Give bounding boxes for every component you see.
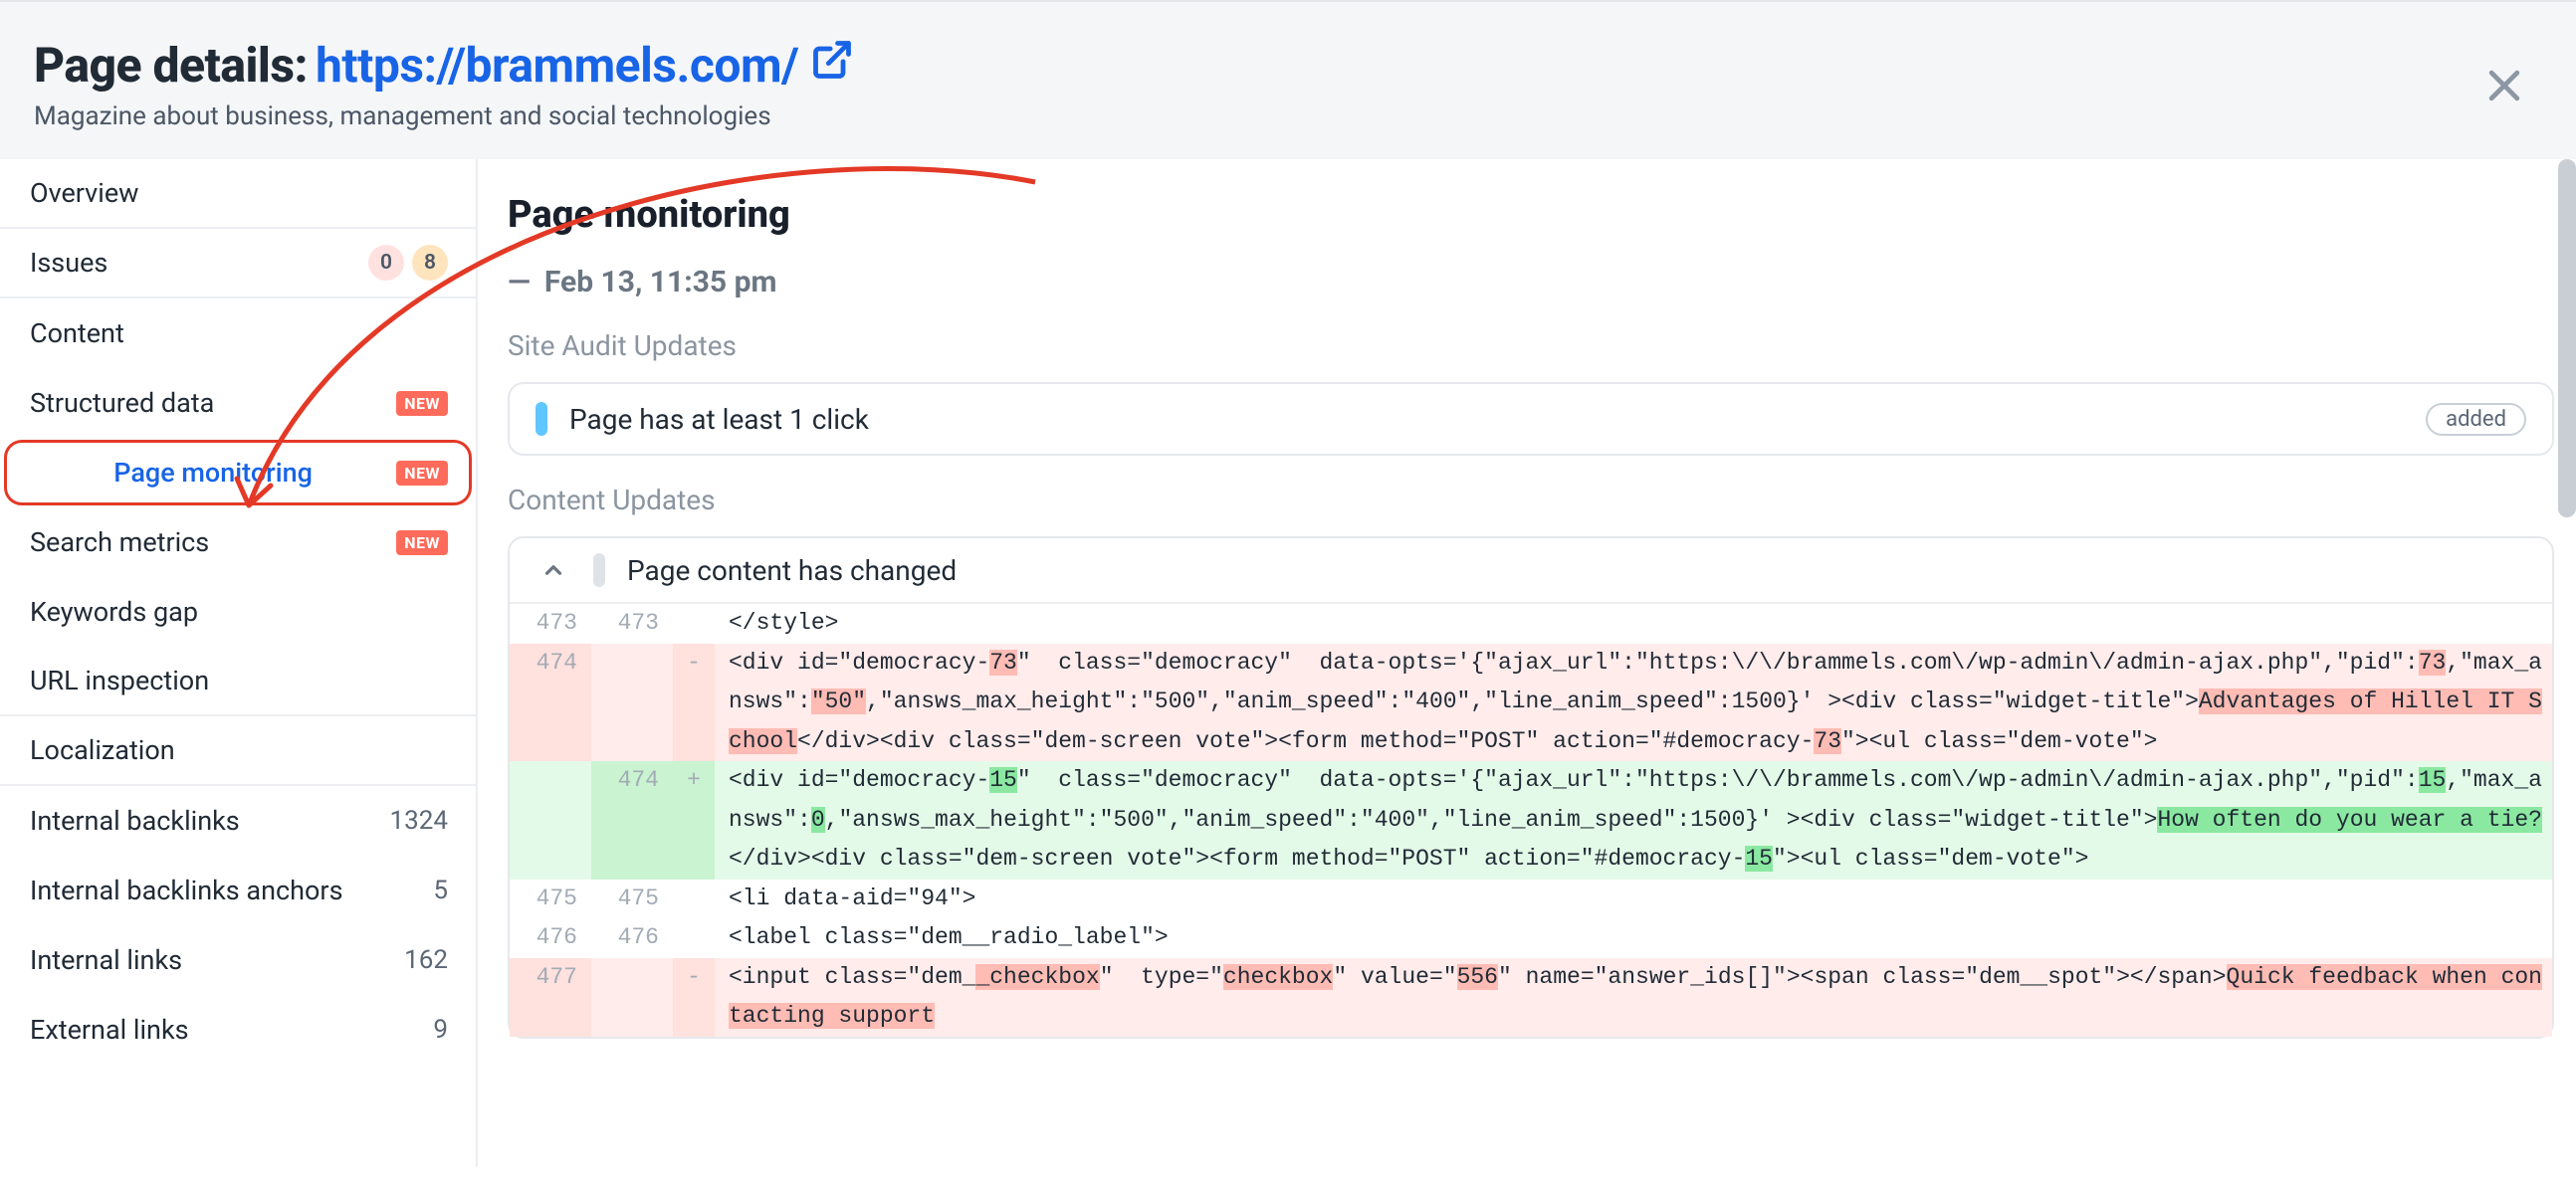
diff-line-new — [591, 644, 673, 762]
sidebar-item-content[interactable]: Content — [0, 298, 476, 368]
sidebar-label: Page monitoring — [113, 457, 313, 489]
diff-code: <li data-aid="94"> — [715, 880, 2552, 919]
diff-row-added: 474 + <div id="democracy-15" class="demo… — [510, 761, 2552, 880]
diff-row: 473 473 </style> — [510, 604, 2552, 644]
page-url-link[interactable]: https://brammels.com/ — [316, 37, 854, 94]
content-update-title: Page content has changed — [627, 554, 957, 587]
new-badge: NEW — [396, 530, 448, 555]
sidebar-item-overview[interactable]: Overview — [0, 159, 476, 229]
external-link-icon — [810, 37, 854, 94]
sidebar-label: Content — [30, 317, 124, 349]
page-url-text: https://brammels.com/ — [316, 37, 798, 94]
sidebar-label: Localization — [30, 734, 175, 766]
sidebar-item-internal-backlinks-anchors[interactable]: Internal backlinks anchors 5 — [0, 856, 476, 925]
sidebar-item-external-links[interactable]: External links 9 — [0, 995, 476, 1065]
sidebar-item-keywords-gap[interactable]: Keywords gap — [0, 577, 476, 647]
diff-sign: - — [673, 958, 715, 1037]
sidebar-label: Internal links — [30, 944, 182, 976]
diff-line-old: 473 — [510, 604, 591, 644]
diff-viewer: 473 473 </style> 474 - <div id="democrac… — [510, 602, 2552, 1037]
sidebar-item-structured-data[interactable]: Structured data NEW — [0, 368, 476, 438]
main-content: Page monitoring Feb 13, 11:35 pm Site Au… — [478, 159, 2576, 1167]
sidebar-label: Internal backlinks — [30, 805, 240, 837]
sidebar-label: Overview — [30, 177, 138, 209]
page-subtitle: Magazine about business, management and … — [34, 101, 2542, 131]
sidebar-item-internal-links[interactable]: Internal links 162 — [0, 925, 476, 995]
diff-code: </style> — [715, 604, 2552, 644]
sidebar-item-issues[interactable]: Issues 0 8 — [0, 229, 476, 298]
sidebar-item-search-metrics[interactable]: Search metrics NEW — [0, 507, 476, 577]
section-label-site-audit: Site Audit Updates — [508, 329, 2554, 362]
diff-line-new: 476 — [591, 918, 673, 958]
sidebar-item-page-monitoring[interactable]: Page monitoring NEW — [0, 442, 476, 503]
diff-code: <div id="democracy-73" class="democracy"… — [715, 644, 2552, 762]
main-title: Page monitoring — [508, 193, 2554, 237]
content-update-card: Page content has changed 473 473 </style… — [508, 536, 2554, 1039]
sidebar-label: External links — [30, 1014, 189, 1046]
sidebar-label: Keywords gap — [30, 596, 198, 628]
diff-line-new: 475 — [591, 880, 673, 919]
sidebar-label: URL inspection — [30, 665, 209, 696]
page-header: Page details: https://brammels.com/ Maga… — [0, 0, 2576, 159]
diff-row-removed: 477 - <input class="dem__checkbox" type=… — [510, 958, 2552, 1037]
diff-code: <label class="dem__radio_label"> — [715, 918, 2552, 958]
audit-item-title: Page has at least 1 click — [569, 403, 869, 436]
audit-update-card: Page has at least 1 click added — [508, 382, 2554, 456]
added-badge: added — [2426, 403, 2526, 436]
sidebar-label: Issues — [30, 247, 107, 279]
sidebar-count: 5 — [433, 876, 448, 905]
diff-line-old: 477 — [510, 958, 591, 1037]
diff-sign: + — [673, 761, 715, 880]
severity-chip-icon — [593, 553, 605, 587]
issues-count-error: 0 — [368, 245, 404, 281]
diff-row: 475 475 <li data-aid="94"> — [510, 880, 2552, 919]
new-badge: NEW — [396, 391, 448, 416]
diff-line-old: 475 — [510, 880, 591, 919]
close-button[interactable] — [2482, 64, 2526, 111]
sidebar-count: 1324 — [390, 806, 448, 836]
section-label-content-updates: Content Updates — [508, 484, 2554, 516]
diff-line-old: 474 — [510, 644, 591, 762]
diff-code: <input class="dem__checkbox" type="check… — [715, 958, 2552, 1037]
severity-chip-icon — [536, 402, 547, 436]
sidebar-item-url-inspection[interactable]: URL inspection — [0, 647, 476, 716]
sidebar-label: Search metrics — [30, 526, 209, 558]
diff-line-new: 473 — [591, 604, 673, 644]
diff-line-new: 474 — [591, 761, 673, 880]
sidebar: Overview Issues 0 8 Content Structured d… — [0, 159, 478, 1167]
sidebar-label: Internal backlinks anchors — [30, 875, 343, 906]
sidebar-count: 162 — [404, 945, 448, 975]
diff-row-removed: 474 - <div id="democracy-73" class="demo… — [510, 644, 2552, 762]
diff-line-old — [510, 761, 591, 880]
sidebar-count: 9 — [433, 1015, 448, 1045]
diff-code: <div id="democracy-15" class="democracy"… — [715, 761, 2552, 880]
diff-line-new — [591, 958, 673, 1037]
scrollbar-vertical[interactable] — [2558, 159, 2576, 517]
new-badge: NEW — [396, 461, 448, 486]
diff-row: 476 476 <label class="dem__radio_label"> — [510, 918, 2552, 958]
issues-count-warning: 8 — [412, 245, 448, 281]
timeline-date: Feb 13, 11:35 pm — [508, 265, 2554, 299]
sidebar-item-internal-backlinks[interactable]: Internal backlinks 1324 — [0, 786, 476, 856]
diff-sign: - — [673, 644, 715, 762]
sidebar-label: Structured data — [30, 387, 214, 419]
diff-line-old: 476 — [510, 918, 591, 958]
sidebar-item-localization[interactable]: Localization — [0, 716, 476, 786]
page-title-label: Page details: — [34, 37, 308, 94]
collapse-toggle-button[interactable] — [536, 552, 571, 588]
